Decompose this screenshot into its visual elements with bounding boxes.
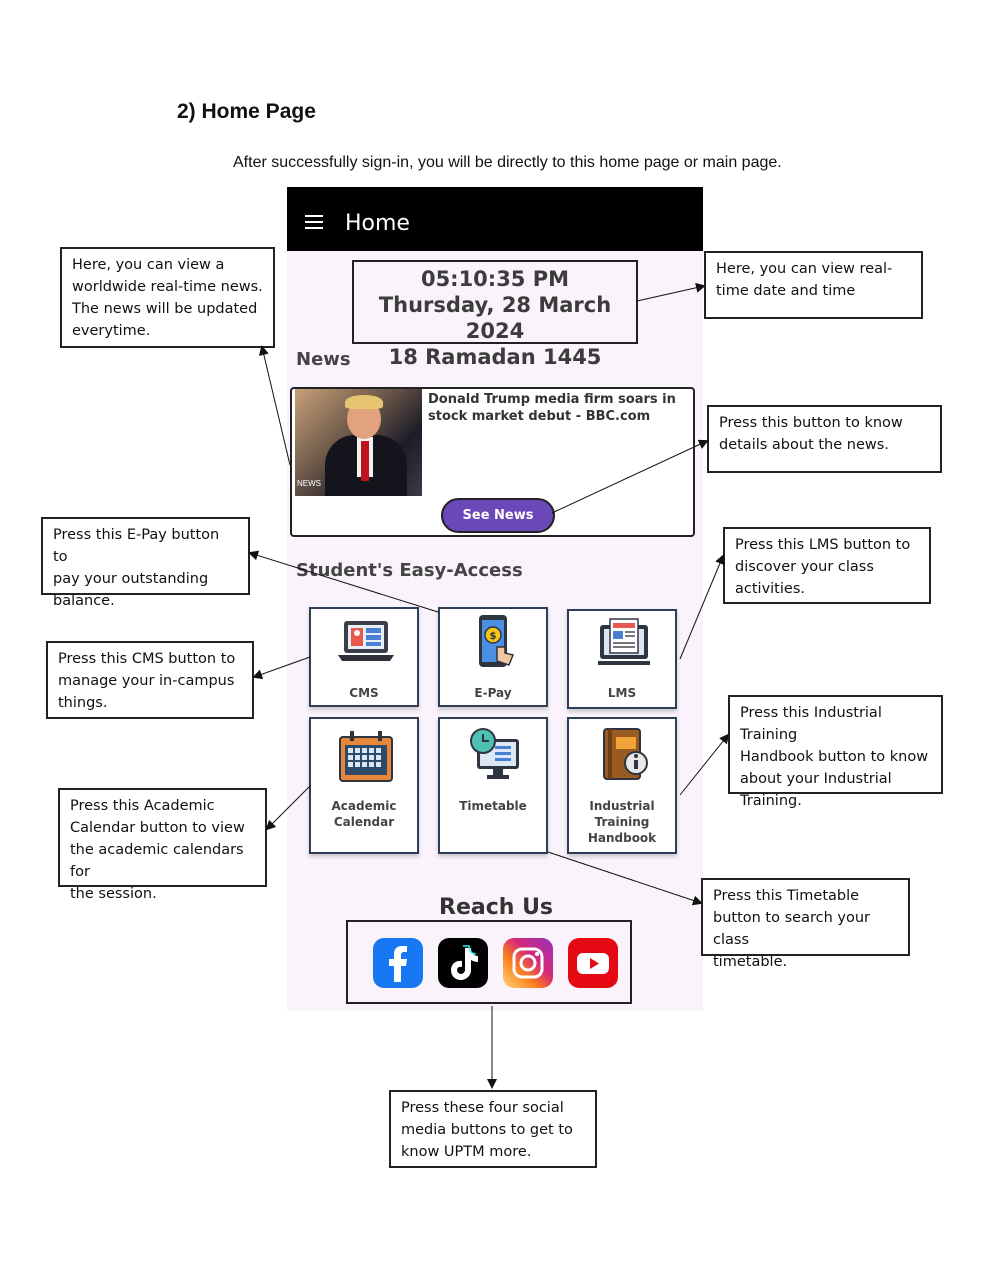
arrow-news — [258, 345, 291, 466]
app-title: Home — [345, 211, 410, 236]
annotation-social: Press these four social media buttons to … — [389, 1090, 597, 1168]
news-image-tag: NEWS — [297, 479, 321, 488]
timetable-icon — [470, 728, 519, 779]
annotation-epay: Press this E-Pay button to pay your outst… — [41, 517, 250, 609]
clock-time: 05:10:35 PM — [420, 267, 570, 291]
easy-access-title: Student's Easy-Access — [296, 560, 523, 581]
lms-button[interactable]: LMS — [567, 609, 677, 709]
industrial-training-button[interactable]: Industrial Training Handbook — [567, 717, 677, 854]
cms-label: CMS — [349, 686, 379, 700]
section-heading: 2) Home Page — [177, 100, 316, 123]
reach-us-title: Reach Us — [439, 895, 554, 920]
epay-label: E-Pay — [474, 686, 512, 700]
tiktok-icon[interactable] — [438, 938, 488, 988]
academic-calendar-label: Academic Calendar — [331, 799, 397, 829]
annotation-see-news: Press this button to know details about t… — [707, 405, 942, 473]
annotation-timetable: Press this Timetable button to search you… — [701, 878, 910, 970]
datetime-display: 05:10:35 PM Thursday, 28 March 2024 18 R… — [352, 260, 638, 369]
annotation-industrial: Press this Industrial Training Handbook b… — [728, 695, 943, 809]
phone-pay-icon: $ — [479, 615, 515, 667]
laptop-icon — [338, 621, 394, 661]
news-section-title: News — [296, 349, 351, 370]
timetable-button[interactable]: Timetable — [438, 717, 548, 854]
facebook-icon[interactable] — [373, 938, 423, 988]
youtube-icon[interactable] — [568, 938, 618, 988]
calendar-icon — [339, 731, 393, 782]
handbook-icon — [603, 728, 648, 780]
instagram-icon[interactable] — [503, 938, 553, 988]
menu-icon[interactable] — [305, 215, 323, 229]
annotation-news: Here, you can view a worldwide real-time … — [60, 247, 275, 348]
annotation-datetime: Here, you can view real-time date and ti… — [704, 251, 923, 319]
news-headline[interactable]: Donald Trump media firm soars in stock m… — [428, 391, 696, 425]
see-news-button[interactable]: See News — [441, 498, 555, 533]
news-image: NEWS — [295, 389, 422, 496]
academic-calendar-button[interactable]: Academic Calendar — [309, 717, 419, 854]
monitor-news-icon — [598, 618, 650, 665]
clock-date: Thursday, 28 March 2024 — [378, 293, 612, 343]
annotation-lms: Press this LMS button to discover your cl… — [723, 527, 931, 604]
lms-label: LMS — [607, 686, 637, 700]
timetable-label: Timetable — [459, 799, 527, 813]
industrial-training-label: Industrial Training Handbook — [587, 799, 657, 845]
clock-hijri: 18 Ramadan 1445 — [388, 345, 602, 369]
social-links — [346, 920, 632, 1004]
epay-button[interactable]: $ E-Pay — [438, 607, 548, 707]
cms-button[interactable]: CMS — [309, 607, 419, 707]
phone-screenshot: Home 05:10:35 PM Thursday, 28 March 2024… — [287, 187, 703, 1011]
svg-text:$: $ — [490, 631, 497, 642]
news-card[interactable]: NEWS Donald Trump media firm soars in st… — [290, 387, 695, 537]
app-bar: Home — [287, 187, 703, 251]
annotation-cms: Press this CMS button to manage your in-c… — [46, 641, 254, 719]
annotation-academic: Press this Academic Calendar button to vi… — [58, 788, 267, 902]
intro-text: After successfully sign-in, you will be … — [233, 154, 782, 171]
